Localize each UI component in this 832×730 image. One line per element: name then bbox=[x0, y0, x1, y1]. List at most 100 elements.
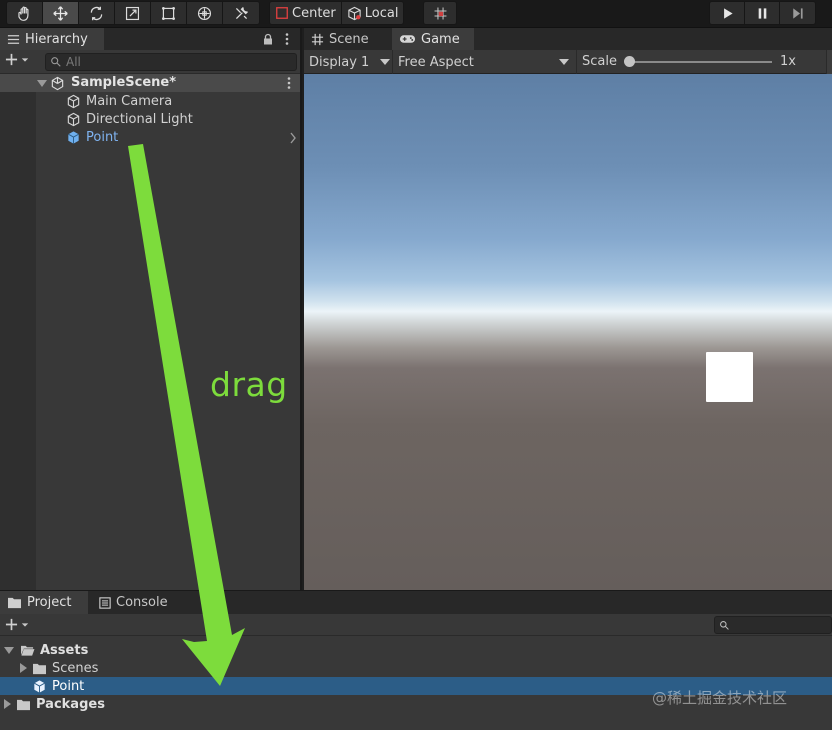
hierarchy-item-main-camera[interactable]: Main Camera bbox=[66, 92, 172, 110]
hand-tool-icon bbox=[18, 6, 29, 21]
console-icon bbox=[99, 596, 111, 609]
chevron-down-icon bbox=[21, 622, 29, 627]
collapsed-arrow-icon[interactable] bbox=[20, 663, 27, 673]
folder-icon bbox=[17, 699, 30, 710]
transform-tool-button[interactable] bbox=[187, 2, 223, 24]
scale-label: Scale bbox=[582, 54, 617, 69]
tree-item-label: Point bbox=[52, 678, 85, 694]
chevron-down-icon bbox=[380, 59, 390, 65]
scale-value: 1x bbox=[780, 54, 796, 69]
tab-console-label: Console bbox=[116, 595, 168, 610]
pause-button[interactable] bbox=[745, 2, 780, 24]
hierarchy-item-label: Main Camera bbox=[86, 93, 173, 109]
drag-label: drag bbox=[210, 365, 288, 404]
scale-slider-thumb[interactable] bbox=[624, 56, 635, 67]
gamepad-icon bbox=[399, 35, 416, 43]
play-button[interactable] bbox=[710, 2, 745, 24]
expand-arrow-icon[interactable] bbox=[4, 646, 14, 654]
tab-scene-label: Scene bbox=[329, 31, 369, 47]
tab-scene[interactable]: Scene bbox=[304, 28, 390, 50]
game-controls-bar: Display 1 Free Aspect Scale 1x bbox=[304, 50, 832, 74]
tab-hierarchy[interactable]: Hierarchy bbox=[0, 28, 104, 50]
project-create-dropdown[interactable] bbox=[5, 618, 29, 631]
hierarchy-toolbar: All bbox=[0, 50, 300, 74]
project-toolbar bbox=[0, 614, 832, 636]
play-icon bbox=[723, 7, 733, 19]
scale-tool-icon bbox=[125, 6, 140, 20]
snap-group bbox=[423, 1, 457, 25]
project-tabbar: Project Console bbox=[0, 591, 832, 614]
folder-icon bbox=[33, 663, 46, 674]
scene-grid-icon bbox=[311, 33, 324, 45]
transform-tools bbox=[6, 1, 260, 25]
search-icon bbox=[51, 57, 61, 67]
unity-scene-icon bbox=[51, 76, 64, 91]
rect-tool-button[interactable] bbox=[151, 2, 187, 24]
hand-tool-button[interactable] bbox=[7, 2, 43, 24]
watermark: @稀土掘金技术社区 bbox=[652, 689, 788, 707]
hierarchy-search-input[interactable]: All bbox=[45, 53, 297, 71]
hierarchy-tabbar: Hierarchy bbox=[0, 28, 300, 50]
tree-item-label: Packages bbox=[36, 696, 105, 712]
folder-icon bbox=[8, 597, 21, 609]
pivot-center-toggle[interactable]: Center bbox=[270, 2, 342, 24]
hierarchy-item-directional-light[interactable]: Directional Light bbox=[66, 110, 193, 128]
plus-icon bbox=[5, 53, 18, 66]
plus-icon bbox=[5, 618, 18, 631]
display-dropdown[interactable]: Display 1 bbox=[304, 50, 393, 74]
scale-tool-button[interactable] bbox=[115, 2, 151, 24]
chevron-down-icon bbox=[559, 59, 569, 65]
scale-slider-track[interactable] bbox=[628, 61, 772, 63]
hierarchy-list-icon bbox=[7, 34, 20, 44]
local-space-icon bbox=[348, 6, 361, 20]
collapsed-arrow-icon[interactable] bbox=[4, 699, 11, 709]
game-scrollbar[interactable] bbox=[826, 50, 832, 74]
tree-item-label: Scenes bbox=[52, 660, 99, 676]
move-tool-button[interactable] bbox=[43, 2, 79, 24]
chevron-right-icon[interactable] bbox=[289, 132, 297, 144]
grid-snap-icon bbox=[434, 7, 446, 19]
hierarchy-item-label: Point bbox=[86, 129, 119, 145]
white-cube bbox=[706, 352, 753, 402]
rotate-tool-button[interactable] bbox=[79, 2, 115, 24]
custom-tool-button[interactable] bbox=[223, 2, 259, 24]
aspect-label: Free Aspect bbox=[398, 54, 474, 70]
tree-item-scenes[interactable]: Scenes bbox=[0, 659, 832, 677]
tab-project[interactable]: Project bbox=[0, 591, 88, 614]
rect-tool-icon bbox=[162, 6, 175, 20]
pivot-center-label: Center bbox=[292, 5, 336, 21]
lock-icon[interactable] bbox=[262, 33, 274, 45]
tab-hierarchy-label: Hierarchy bbox=[25, 31, 88, 47]
prefab-icon bbox=[34, 679, 45, 693]
hierarchy-gutter bbox=[0, 74, 36, 590]
tab-console[interactable]: Console bbox=[92, 591, 178, 614]
hierarchy-item-point[interactable]: Point bbox=[66, 128, 118, 146]
pause-icon bbox=[758, 7, 766, 19]
project-panel: Project Console Assets Scenes Point Pack… bbox=[0, 590, 832, 730]
custom-tool-icon bbox=[235, 6, 248, 19]
pivot-local-toggle[interactable]: Local bbox=[342, 2, 404, 24]
scene-menu-icon[interactable] bbox=[286, 76, 292, 90]
create-dropdown[interactable] bbox=[5, 53, 29, 66]
game-viewport[interactable] bbox=[304, 74, 832, 590]
gameobject-icon bbox=[67, 112, 80, 126]
grid-snap-button[interactable] bbox=[424, 2, 456, 24]
tree-item-assets[interactable]: Assets bbox=[0, 641, 832, 659]
scene-name: SampleScene* bbox=[71, 75, 177, 90]
expand-arrow-icon[interactable] bbox=[37, 80, 47, 87]
step-button[interactable] bbox=[780, 2, 815, 24]
hierarchy-item-label: Directional Light bbox=[86, 111, 193, 127]
gameobject-icon bbox=[67, 94, 80, 108]
scene-header-row[interactable]: SampleScene* bbox=[0, 74, 300, 92]
transform-tool-icon bbox=[197, 6, 212, 20]
panel-menu-icon[interactable] bbox=[284, 32, 290, 46]
project-search-input[interactable] bbox=[714, 616, 832, 634]
game-window: Scene Game Display 1 Free Aspect Scale 1… bbox=[304, 28, 832, 590]
move-tool-icon bbox=[53, 5, 68, 21]
aspect-dropdown[interactable]: Free Aspect bbox=[393, 50, 577, 74]
tab-game[interactable]: Game bbox=[392, 28, 474, 50]
rotate-tool-icon bbox=[90, 6, 103, 20]
pivot-center-icon bbox=[276, 7, 288, 19]
pivot-local-label: Local bbox=[364, 5, 399, 21]
folder-open-icon bbox=[21, 645, 35, 656]
